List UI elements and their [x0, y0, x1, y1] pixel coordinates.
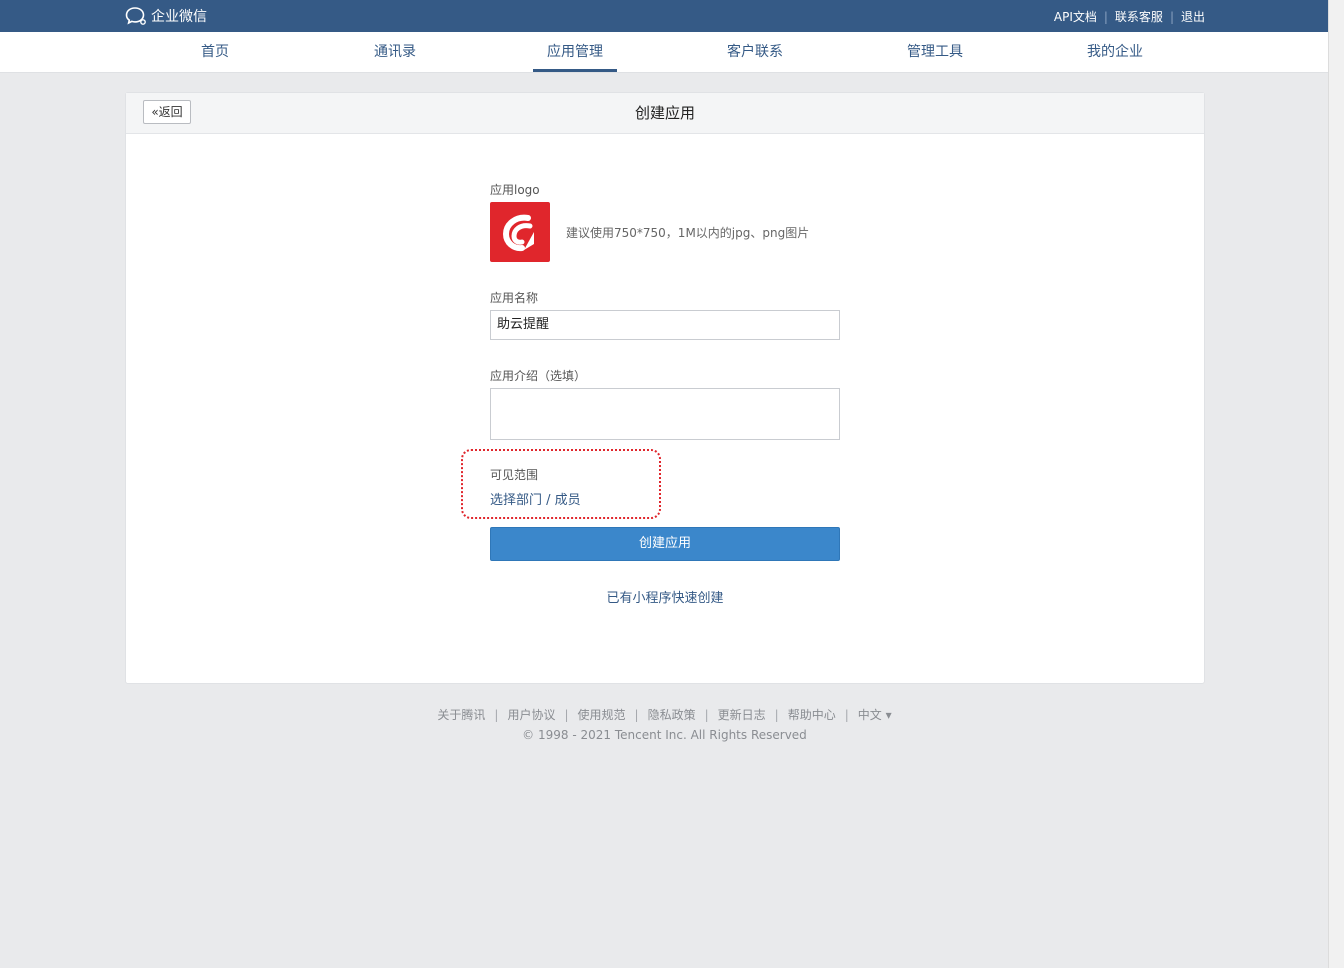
page-title: 创建应用	[634, 104, 695, 122]
logo-row: 建议使用750*750，1M以内的jpg、png图片	[490, 202, 809, 262]
select-department-member-link[interactable]: 选择部门 / 成员	[490, 489, 581, 508]
name-label: 应用名称	[490, 291, 539, 305]
create-app-panel: «返回 创建应用 应用logo 建议使用750*750，1M以内的jpg、png…	[125, 92, 1205, 684]
chat-bubble-icon	[125, 7, 146, 25]
separator: |	[634, 707, 639, 722]
separator: |	[844, 707, 849, 722]
main-nav: 首页 通讯录 应用管理 客户联系 管理工具 我的企业	[0, 32, 1329, 73]
footer-link-about[interactable]: 关于腾讯	[437, 706, 485, 723]
footer-link-usage-rules[interactable]: 使用规范	[578, 706, 626, 723]
footer-link-help-center[interactable]: 帮助中心	[788, 706, 836, 723]
footer: 关于腾讯 | 用户协议 | 使用规范 | 隐私政策 | 更新日志 | 帮助中心 …	[0, 706, 1329, 743]
app-intro-textarea[interactable]	[490, 388, 840, 440]
separator: |	[494, 707, 499, 722]
app-logo-icon	[502, 214, 534, 252]
panel-header: «返回 创建应用	[126, 93, 1204, 134]
nav-tab-app-management[interactable]: 应用管理	[485, 32, 665, 72]
nav-tab-management-tools[interactable]: 管理工具	[845, 32, 1025, 72]
logo-hint: 建议使用750*750，1M以内的jpg、png图片	[566, 225, 810, 240]
logo-label: 应用logo	[490, 183, 540, 197]
highlight-annotation	[461, 449, 661, 519]
separator: |	[1103, 9, 1108, 24]
separator: |	[1169, 9, 1174, 24]
separator: |	[774, 707, 779, 722]
intro-label: 应用介绍（选填）	[490, 369, 587, 383]
quick-create-mini-program-link[interactable]: 已有小程序快速创建	[490, 587, 840, 606]
nav-tab-home[interactable]: 首页	[125, 32, 305, 72]
separator: |	[704, 707, 709, 722]
nav-tab-contacts[interactable]: 通讯录	[305, 32, 485, 72]
footer-links: 关于腾讯 | 用户协议 | 使用规范 | 隐私政策 | 更新日志 | 帮助中心 …	[0, 706, 1329, 723]
scope-label: 可见范围	[490, 468, 539, 482]
footer-link-changelog[interactable]: 更新日志	[718, 706, 766, 723]
nav-tab-my-enterprise[interactable]: 我的企业	[1025, 32, 1205, 72]
header-links: API文档 | 联系客服 | 退出	[1054, 8, 1205, 25]
contact-support-link[interactable]: 联系客服	[1115, 8, 1163, 25]
app-logo-upload[interactable]	[490, 202, 550, 262]
nav-tab-customer-contact[interactable]: 客户联系	[665, 32, 845, 72]
create-app-button[interactable]: 创建应用	[490, 527, 840, 561]
footer-link-privacy[interactable]: 隐私政策	[648, 706, 696, 723]
top-bar: 企业微信 API文档 | 联系客服 | 退出	[0, 0, 1329, 32]
brand-logo[interactable]: 企业微信	[125, 6, 207, 26]
footer-link-user-agreement[interactable]: 用户协议	[507, 706, 555, 723]
brand-name: 企业微信	[151, 9, 207, 25]
language-select[interactable]: 中文 ▾	[858, 706, 892, 723]
logout-link[interactable]: 退出	[1181, 8, 1205, 25]
app-name-input[interactable]: 助云提醒	[490, 310, 840, 340]
copyright: © 1998 - 2021 Tencent Inc. All Rights Re…	[522, 728, 807, 742]
scrollbar-thumb[interactable]	[1332, 0, 1341, 950]
separator: |	[564, 707, 569, 722]
vertical-scrollbar[interactable]	[1328, 0, 1344, 968]
api-docs-link[interactable]: API文档	[1054, 8, 1097, 25]
